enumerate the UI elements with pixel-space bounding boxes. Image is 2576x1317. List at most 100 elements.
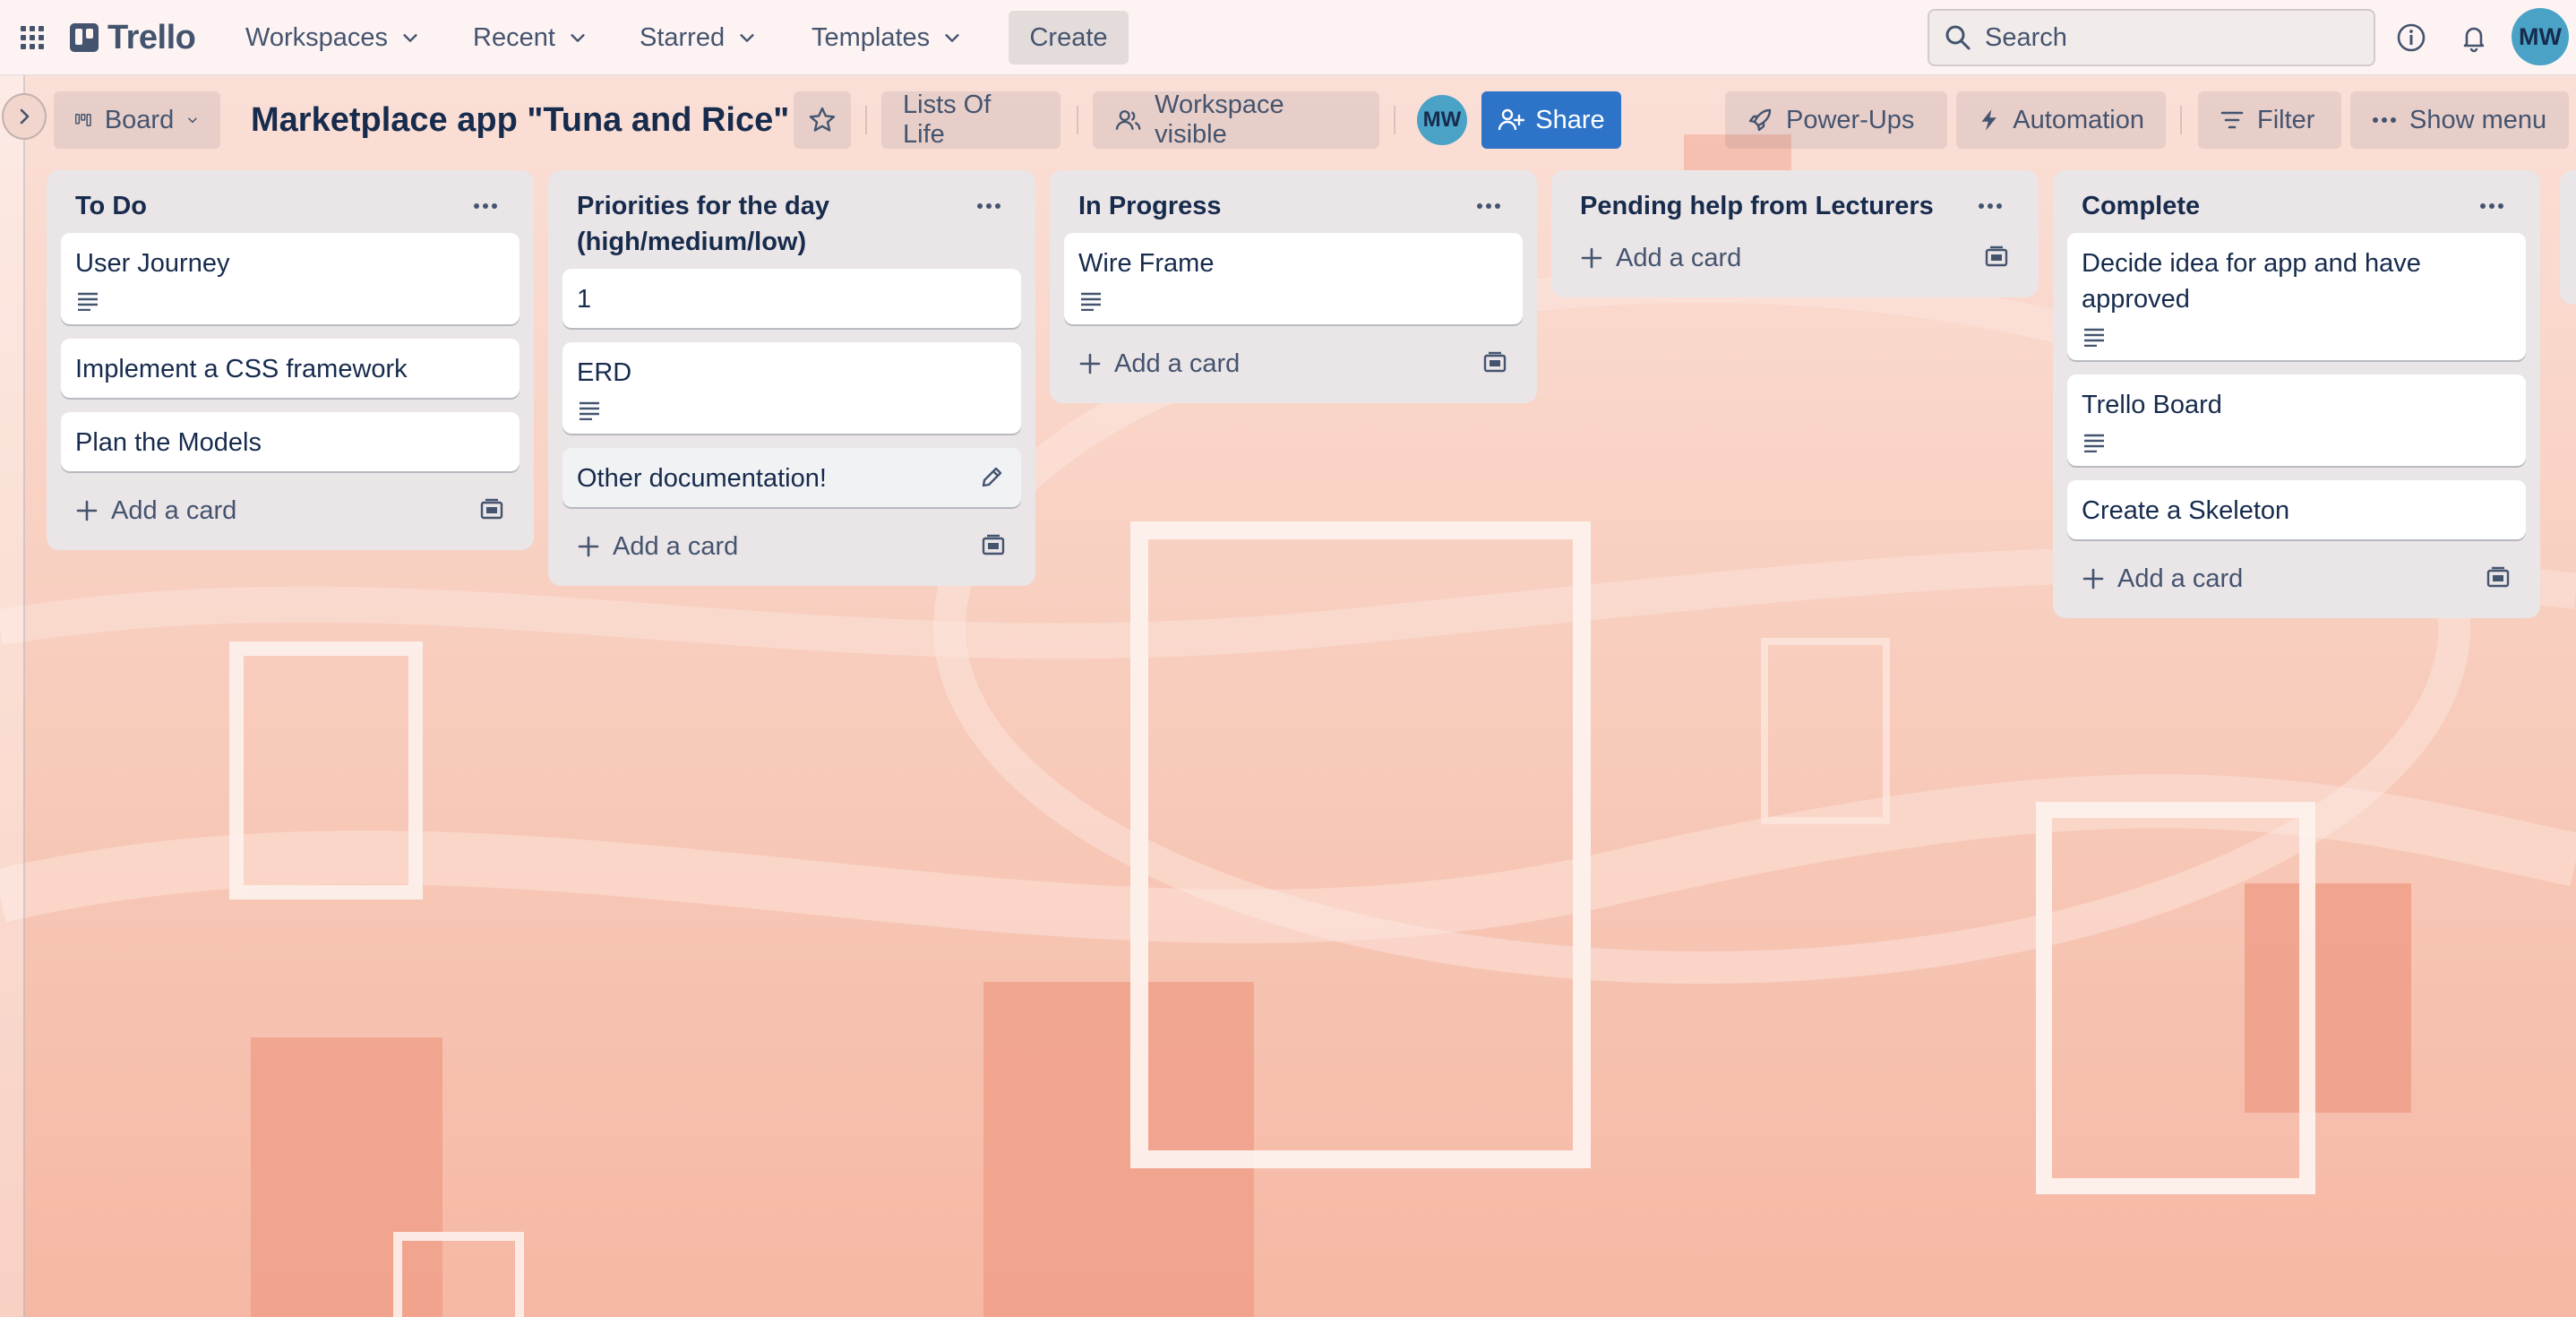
card[interactable]: ERD [562, 342, 1021, 434]
template-icon [982, 534, 1005, 555]
card[interactable]: 1 [562, 269, 1021, 328]
pencil-icon[interactable] [978, 464, 1005, 491]
add-person-icon [1498, 108, 1525, 131]
add-another-list-partial[interactable] [2560, 170, 2576, 305]
header-divider [1077, 106, 1078, 134]
create-from-template-button[interactable] [1481, 349, 1510, 378]
create-from-template-button[interactable] [2485, 564, 2513, 593]
add-card-button[interactable]: Add a card [1078, 349, 1240, 379]
add-card-label: Add a card [1114, 349, 1241, 378]
rocket-icon [1748, 108, 1772, 132]
share-button[interactable]: Share [1481, 91, 1621, 149]
share-label: Share [1535, 105, 1605, 134]
create-from-template-button[interactable] [478, 496, 507, 525]
workspaces-menu[interactable]: Workspaces [233, 14, 433, 61]
information-button[interactable] [2393, 20, 2429, 56]
list-header: Complete [2067, 181, 2526, 233]
list-actions-button[interactable] [466, 188, 505, 224]
add-card-button[interactable]: Add a card [1580, 244, 1741, 273]
card-title: Implement a CSS framework [75, 355, 408, 383]
create-from-template-button[interactable] [980, 532, 1009, 561]
ellipsis-icon [977, 203, 1000, 209]
search-input[interactable] [1985, 22, 2343, 53]
add-card-button[interactable]: Add a card [2082, 564, 2243, 594]
list-actions-button[interactable] [1469, 188, 1508, 224]
board-view-switcher[interactable]: Board [54, 91, 220, 149]
description-icon [577, 398, 605, 423]
board-title[interactable]: Marketplace app "Tuna and Rice" [251, 95, 789, 145]
list-title[interactable]: Complete [2082, 188, 2200, 224]
info-icon [2397, 23, 2426, 52]
card[interactable]: Trello Board [2067, 374, 2526, 466]
add-card-row: Add a card [2067, 554, 2526, 604]
plus-icon [1581, 247, 1602, 269]
list-title[interactable]: In Progress [1078, 188, 1222, 224]
ellipsis-icon [1477, 203, 1500, 209]
star-board-button[interactable] [794, 91, 851, 149]
ellipsis-icon [2373, 117, 2396, 123]
description-icon [1078, 288, 1107, 314]
add-card-row: Add a card [562, 521, 1021, 572]
header-divider [1394, 106, 1395, 134]
power-ups-label: Power-Ups [1786, 105, 1915, 134]
list-pending-help: Pending help from Lecturers Add a card [1551, 170, 2039, 297]
list-actions-button[interactable] [2472, 188, 2512, 224]
starred-menu[interactable]: Starred [627, 14, 769, 61]
show-menu-button[interactable]: Show menu [2350, 91, 2569, 149]
expand-sidebar-button[interactable] [2, 93, 47, 140]
workspace-button[interactable]: Lists Of Life [881, 90, 1060, 149]
member-avatar[interactable]: MW [1417, 95, 1467, 145]
plus-icon [2082, 568, 2104, 590]
ellipsis-icon [1979, 203, 2002, 209]
create-from-template-button[interactable] [1983, 244, 2012, 272]
card[interactable]: User Journey [61, 233, 519, 324]
list-in-progress: In Progress Wire Frame Add a card [1050, 170, 1537, 403]
card[interactable]: Implement a CSS framework [61, 339, 519, 398]
lightning-icon [1981, 109, 1996, 131]
add-card-row: Add a card [1566, 233, 2024, 283]
templates-menu[interactable]: Templates [799, 14, 975, 61]
top-navigation-bar: Trello Workspaces Recent Starred Templat… [0, 0, 2576, 75]
chevron-down-icon [403, 34, 417, 42]
chevron-down-icon [571, 34, 585, 42]
card-title: User Journey [75, 249, 230, 278]
list-to-do: To Do User Journey Implement a CSS frame… [47, 170, 534, 550]
list-header: Pending help from Lecturers [1566, 181, 2024, 233]
card[interactable]: Create a Skeleton [2067, 480, 2526, 539]
collapsed-sidebar [0, 75, 25, 1317]
card[interactable]: Decide idea for app and have approved [2067, 233, 2526, 360]
notifications-button[interactable] [2456, 20, 2492, 56]
list-title[interactable]: Priorities for the day (high/medium/low) [577, 188, 971, 260]
list-complete: Complete Decide idea for app and have ap… [2053, 170, 2540, 618]
trello-logo[interactable]: Trello [70, 18, 196, 57]
card[interactable]: Wire Frame [1064, 233, 1523, 324]
list-actions-button[interactable] [971, 188, 1007, 224]
filter-button[interactable]: Filter [2198, 91, 2341, 149]
card-title: Plan the Models [75, 428, 262, 457]
app-switcher-button[interactable] [14, 20, 50, 56]
plus-icon [578, 536, 599, 557]
card[interactable]: Plan the Models [61, 412, 519, 471]
automation-button[interactable]: Automation [1956, 91, 2166, 149]
card-title: 1 [577, 285, 592, 314]
list-title[interactable]: To Do [75, 188, 147, 224]
recent-menu[interactable]: Recent [460, 14, 600, 61]
add-card-label: Add a card [2117, 564, 2244, 593]
visibility-button[interactable]: Workspace visible [1093, 90, 1379, 149]
plus-icon [76, 500, 98, 521]
add-card-button[interactable]: Add a card [75, 496, 236, 526]
card-title: Wire Frame [1078, 249, 1215, 278]
card-title: ERD [577, 358, 632, 387]
grid-icon [21, 26, 44, 49]
create-button[interactable]: Create [1009, 11, 1129, 65]
card[interactable]: Other documentation! [562, 448, 1021, 507]
power-ups-button[interactable]: Power-Ups [1725, 91, 1947, 149]
user-avatar[interactable]: MW [2512, 8, 2569, 65]
list-actions-button[interactable] [1971, 188, 2010, 224]
recent-menu-label: Recent [473, 22, 555, 52]
list-title[interactable]: Pending help from Lecturers [1580, 188, 1934, 224]
add-card-button[interactable]: Add a card [577, 532, 738, 562]
board-view-label: Board [104, 105, 175, 134]
search-box[interactable] [1928, 9, 2375, 66]
search-icon [1945, 25, 1971, 50]
